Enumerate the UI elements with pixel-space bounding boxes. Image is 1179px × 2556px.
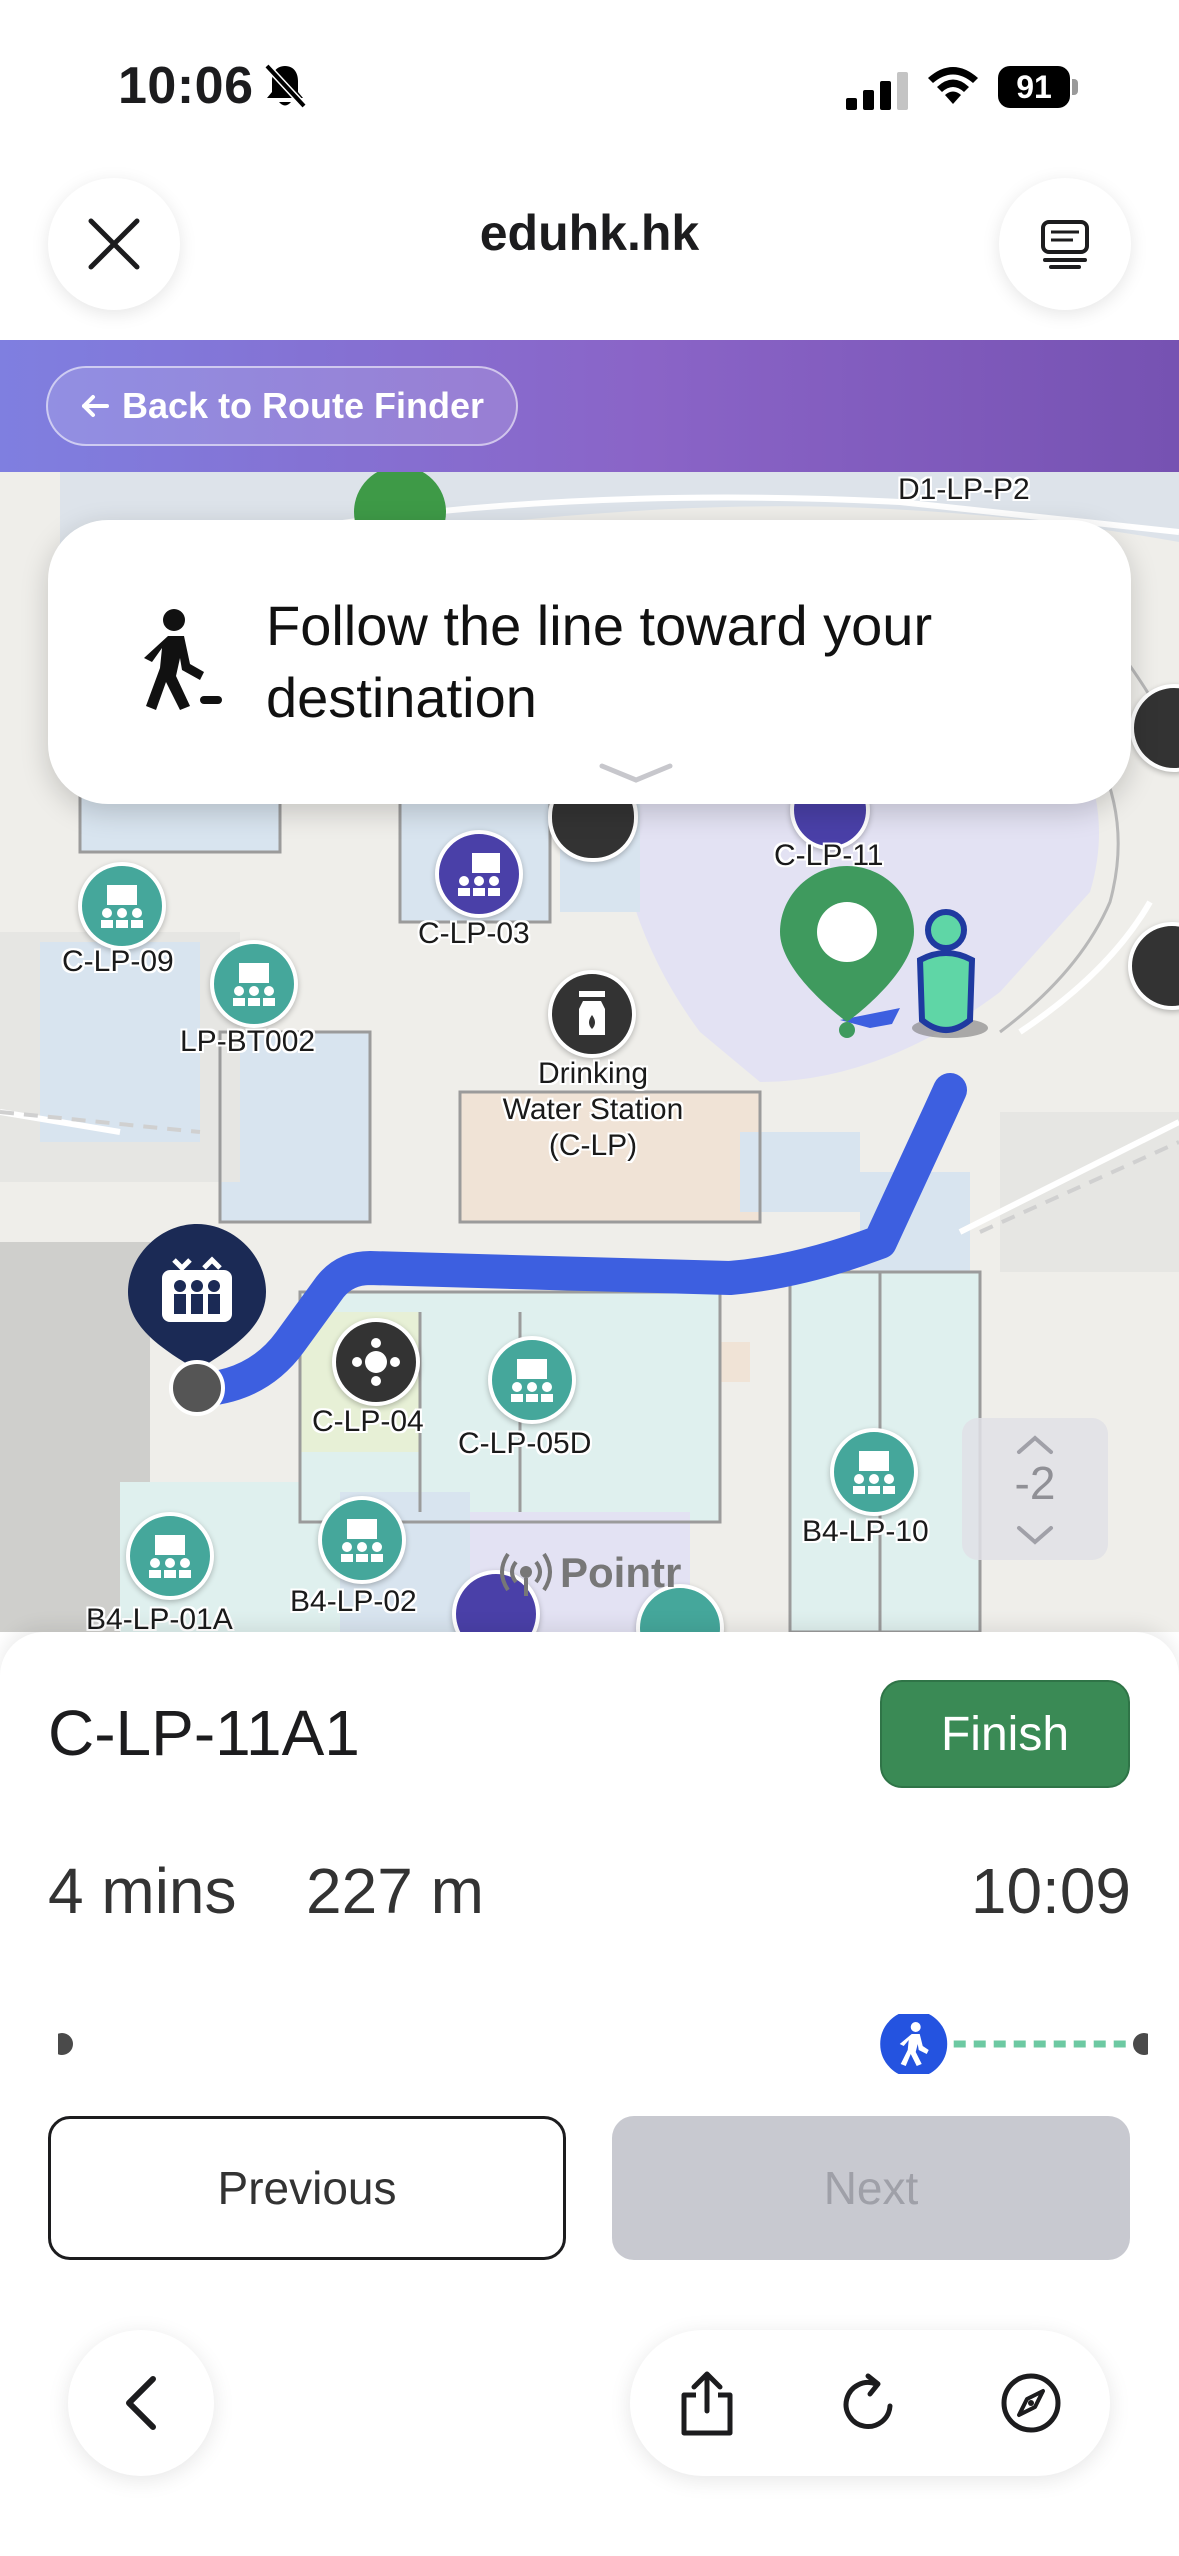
bell-off-icon [264, 63, 307, 109]
meeting-room-icon [332, 1318, 420, 1406]
cellular-signal-icon [846, 72, 908, 110]
reload-button[interactable] [832, 2366, 906, 2440]
previous-button[interactable]: Previous [48, 2116, 566, 2260]
share-icon [681, 2371, 733, 2436]
user-location-marker-icon [916, 909, 976, 1033]
room-label-b4-lp-02: B4-LP-02 [290, 1585, 417, 1618]
route-banner: Back to Route Finder [0, 340, 1179, 472]
room-label-b4-lp-10: B4-LP-10 [802, 1515, 929, 1548]
walking-person-icon [144, 609, 222, 710]
room-label-lp-bt002: LP-BT002 [180, 1025, 316, 1058]
progress-end-dot [1133, 2033, 1148, 2055]
floor-level: -2 [1014, 1457, 1056, 1509]
water-bottle-icon [548, 970, 636, 1058]
distance: 227 m [306, 1855, 484, 1927]
wifi-icon [928, 67, 978, 104]
next-button[interactable]: Next [612, 2116, 1130, 2260]
chevron-down-icon[interactable] [596, 760, 676, 786]
pointr-logo-text: Pointr [560, 1549, 682, 1596]
destination-pin-icon[interactable] [776, 862, 918, 1042]
broadcast-icon [500, 1552, 552, 1596]
battery-level: 91 [998, 66, 1070, 108]
arrival-time: 10:09 [970, 1855, 1131, 1927]
back-to-route-finder-button[interactable]: Back to Route Finder [46, 366, 519, 446]
classroom-icon [830, 1428, 918, 1516]
pointr-logo: Pointr [498, 1548, 681, 1598]
compass-icon [1001, 2373, 1061, 2433]
tabs-icon [1041, 220, 1089, 269]
room-label-c-lp-04: C-LP-04 [312, 1405, 424, 1438]
finish-button[interactable]: Finish [880, 1680, 1130, 1788]
browser-toolbar [630, 2330, 1110, 2476]
compass-button[interactable] [994, 2366, 1068, 2440]
browser-header: eduhk.hk [0, 170, 1179, 340]
classroom-icon [78, 862, 166, 950]
destination-name: C-LP-11A1 [48, 1697, 360, 1769]
lecture-room-icon [435, 830, 523, 918]
room-label-c-lp-03: C-LP-03 [418, 917, 530, 950]
room-label-c-lp-05d: C-LP-05D [458, 1427, 592, 1460]
classroom-icon [126, 1512, 214, 1600]
back-to-route-finder-label: Back to Route Finder [122, 385, 485, 426]
classroom-icon [210, 940, 298, 1028]
arrow-left-icon [82, 395, 109, 417]
room-label-c-lp-09: C-LP-09 [62, 945, 174, 978]
room-label-d1-lp-p2: D1-LP-P2 [898, 473, 1030, 506]
classroom-icon [318, 1496, 406, 1584]
chevron-down-icon[interactable] [1013, 1524, 1057, 1546]
room-label-b4-lp-01a: B4-LP-01A [86, 1603, 233, 1632]
room-label-drinking-water: Drinking Water Station (C-LP) [502, 1057, 684, 1162]
classroom-icon [488, 1336, 576, 1424]
chevron-up-icon[interactable] [1013, 1434, 1057, 1456]
instruction-text: Follow the line toward your destination [266, 594, 933, 729]
status-time: 10:06 [118, 57, 254, 115]
progress-walker-icon [875, 2014, 953, 2074]
reload-icon [843, 2373, 893, 2429]
elevator-marker-icon[interactable] [124, 1220, 270, 1416]
route-progress-bar [58, 2014, 1148, 2074]
battery-indicator: 91 [998, 66, 1078, 108]
instruction-card[interactable]: Follow the line toward your destination [48, 520, 1131, 804]
battery-tip [1072, 79, 1078, 95]
duration: 4 mins [48, 1855, 237, 1927]
floor-selector[interactable]: -2 [962, 1418, 1108, 1560]
tabs-button[interactable] [999, 178, 1131, 310]
browser-back-button[interactable] [68, 2330, 214, 2476]
status-bar: 10:06 91 [0, 0, 1179, 170]
share-button[interactable] [670, 2366, 744, 2440]
back-chevron-icon [126, 2376, 156, 2430]
